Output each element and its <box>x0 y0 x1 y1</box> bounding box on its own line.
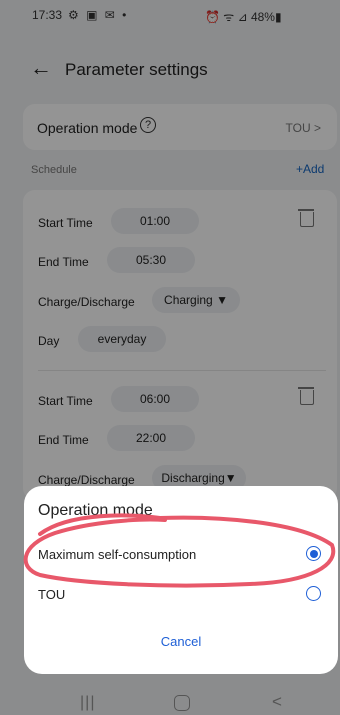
option-label: TOU <box>38 587 66 602</box>
recent-apps-icon[interactable]: ||| <box>80 694 95 712</box>
radio-selected-icon[interactable] <box>306 546 321 561</box>
cancel-button[interactable]: Cancel <box>24 634 338 649</box>
radio-unselected-icon[interactable] <box>306 586 321 601</box>
system-nav-bar: ||| < <box>0 690 340 715</box>
home-icon[interactable] <box>174 695 190 711</box>
dialog-title: Operation mode <box>38 502 153 519</box>
option-label: Maximum self-consumption <box>38 547 197 562</box>
option-tou[interactable]: TOU <box>24 579 338 611</box>
nav-back-icon[interactable]: < <box>272 692 282 712</box>
operation-mode-dialog: Operation mode Maximum self-consumption … <box>24 486 338 674</box>
option-maximum-self-consumption[interactable]: Maximum self-consumption <box>24 539 338 571</box>
